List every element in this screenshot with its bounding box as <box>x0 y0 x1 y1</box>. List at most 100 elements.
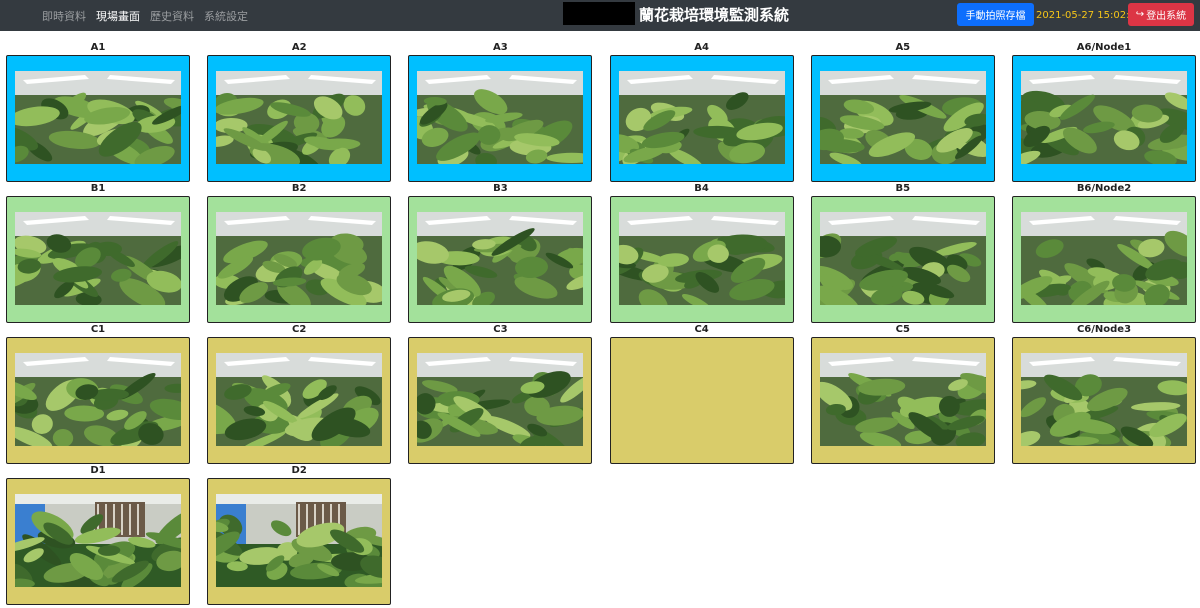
camera-label: B5 <box>895 183 911 194</box>
camera-cell: D1 <box>6 463 190 605</box>
camera-snapshot[interactable] <box>1021 212 1187 305</box>
camera-cell: C3 <box>408 322 593 464</box>
camera-frame[interactable] <box>810 55 995 182</box>
nav-link-system-settings[interactable]: 系統設定 <box>204 8 248 24</box>
camera-frame[interactable] <box>207 478 392 605</box>
camera-cell: A4 <box>609 40 794 182</box>
camera-frame[interactable] <box>810 337 995 464</box>
camera-snapshot-image <box>618 71 785 164</box>
camera-label: A2 <box>291 42 307 53</box>
camera-frame[interactable] <box>408 55 593 182</box>
camera-frame[interactable] <box>6 196 190 323</box>
camera-frame[interactable] <box>6 478 190 605</box>
camera-frame[interactable] <box>810 196 995 323</box>
camera-label: B6/Node2 <box>1076 183 1132 194</box>
camera-snapshot[interactable] <box>216 212 383 305</box>
logout-button[interactable]: ↪ 登出系統 <box>1128 3 1194 26</box>
camera-cell: A5 <box>810 40 995 182</box>
camera-label: D1 <box>90 465 106 476</box>
camera-frame[interactable] <box>609 337 794 464</box>
camera-label: B2 <box>291 183 307 194</box>
camera-cell: B3 <box>408 181 593 323</box>
camera-label: B3 <box>493 183 508 194</box>
camera-frame[interactable] <box>1012 196 1196 323</box>
camera-snapshot[interactable] <box>216 71 383 164</box>
camera-cell: A1 <box>6 40 190 182</box>
camera-snapshot[interactable] <box>15 494 181 587</box>
camera-snapshot[interactable] <box>216 353 383 446</box>
logout-button-label: 登出系統 <box>1146 11 1187 22</box>
camera-cell: D2 <box>207 463 392 605</box>
camera-snapshot-image <box>216 212 383 305</box>
current-datetime: 2021-05-27 15:02:48 <box>1036 10 1143 21</box>
camera-label: C6/Node3 <box>1076 324 1132 335</box>
nav-link-realtime-data[interactable]: 即時資料 <box>42 8 86 24</box>
camera-label: A5 <box>895 42 911 53</box>
camera-snapshot-image <box>15 353 181 446</box>
camera-snapshot-image <box>216 353 383 446</box>
manual-capture-button[interactable]: 手動拍照存檔 <box>957 3 1034 26</box>
app-title: 蘭花栽培環境監測系統 <box>639 6 790 24</box>
camera-snapshot-image <box>417 71 584 164</box>
camera-label: C4 <box>694 324 709 335</box>
camera-frame[interactable] <box>6 55 190 182</box>
camera-cell: A3 <box>408 40 593 182</box>
camera-cell: B4 <box>609 181 794 323</box>
sign-out-icon: ↪ <box>1135 9 1145 20</box>
camera-snapshot[interactable] <box>417 212 584 305</box>
camera-label: A4 <box>694 42 709 53</box>
camera-snapshot[interactable] <box>417 353 584 446</box>
camera-snapshot-image <box>417 353 584 446</box>
camera-snapshot[interactable] <box>216 494 383 587</box>
nav-link-live-view[interactable]: 現場畫面 <box>96 8 140 24</box>
camera-snapshot-image <box>819 71 986 164</box>
camera-label: B1 <box>90 183 106 194</box>
camera-cell: C2 <box>207 322 392 464</box>
camera-snapshot[interactable] <box>819 71 986 164</box>
camera-cell: B1 <box>6 181 190 323</box>
camera-snapshot-image <box>819 353 986 446</box>
camera-snapshot-image <box>1021 353 1187 446</box>
camera-cell: A6/Node1 <box>1012 40 1196 182</box>
camera-snapshot-image <box>15 212 181 305</box>
camera-snapshot[interactable] <box>1021 71 1187 164</box>
camera-snapshot[interactable] <box>417 71 584 164</box>
camera-frame[interactable] <box>1012 337 1196 464</box>
camera-cell: C5 <box>810 322 995 464</box>
camera-snapshot[interactable] <box>1021 353 1187 446</box>
camera-frame[interactable] <box>207 337 392 464</box>
nav-links: 即時資料 現場畫面 歷史資料 系統設定 <box>42 0 258 31</box>
camera-frame[interactable] <box>408 196 593 323</box>
logo-redacted <box>563 2 635 25</box>
camera-frame[interactable] <box>1012 55 1196 182</box>
camera-snapshot[interactable] <box>15 71 181 164</box>
camera-cell: C1 <box>6 322 190 464</box>
camera-snapshot[interactable] <box>15 212 181 305</box>
camera-label: A6/Node1 <box>1076 42 1132 53</box>
camera-snapshot[interactable] <box>819 212 986 305</box>
camera-cell: B5 <box>810 181 995 323</box>
camera-frame[interactable] <box>207 196 392 323</box>
camera-snapshot[interactable] <box>819 353 986 446</box>
camera-cell: B2 <box>207 181 392 323</box>
camera-snapshot[interactable] <box>618 71 785 164</box>
camera-label: C3 <box>493 324 508 335</box>
camera-label: B4 <box>694 183 709 194</box>
camera-snapshot[interactable] <box>618 212 785 305</box>
camera-cell: C6/Node3 <box>1012 322 1196 464</box>
camera-frame[interactable] <box>6 337 190 464</box>
nav-link-history-data[interactable]: 歷史資料 <box>150 8 194 24</box>
camera-snapshot-image <box>618 212 785 305</box>
camera-cell: A2 <box>207 40 392 182</box>
camera-snapshot-image <box>15 494 181 587</box>
camera-cell: C4 <box>609 322 794 464</box>
camera-frame[interactable] <box>207 55 392 182</box>
camera-snapshot[interactable] <box>15 353 181 446</box>
camera-frame[interactable] <box>609 196 794 323</box>
camera-snapshot-image <box>417 212 584 305</box>
camera-label: D2 <box>291 465 307 476</box>
camera-cell: B6/Node2 <box>1012 181 1196 323</box>
camera-frame[interactable] <box>609 55 794 182</box>
camera-snapshot-image <box>1021 212 1187 305</box>
camera-frame[interactable] <box>408 337 593 464</box>
